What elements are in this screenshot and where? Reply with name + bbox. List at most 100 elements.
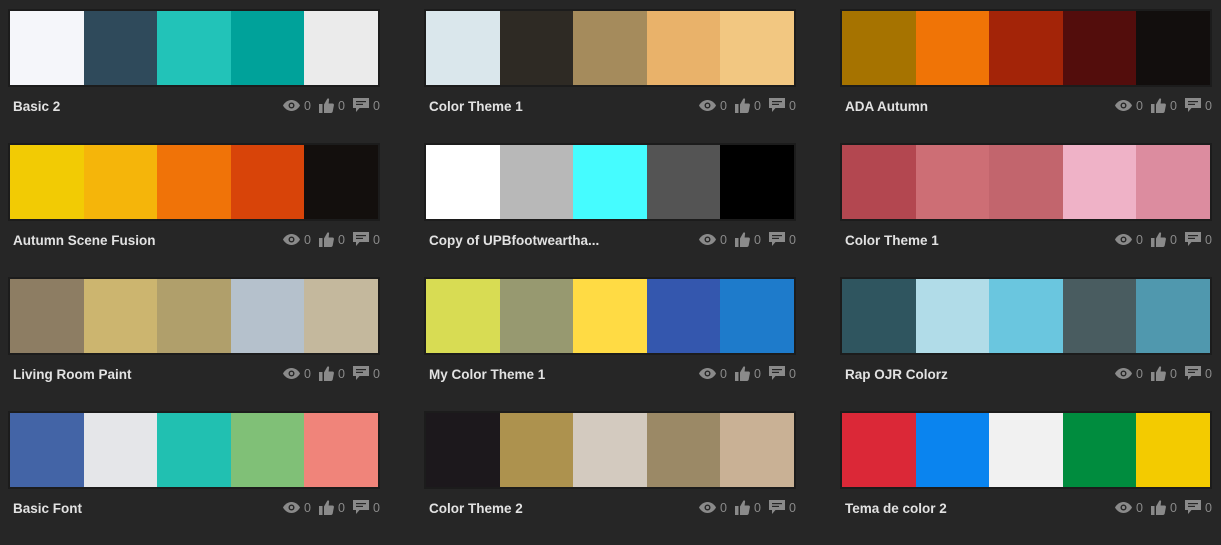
color-swatch-strip[interactable] (426, 279, 794, 353)
comment-icon (353, 500, 373, 515)
color-swatch (842, 145, 916, 219)
views-stat[interactable]: 0 (283, 501, 311, 515)
eye-icon (699, 502, 720, 513)
comments-stat[interactable]: 0 (353, 500, 380, 515)
views-stat-count: 0 (1136, 98, 1143, 113)
color-swatch-strip[interactable] (426, 11, 794, 85)
theme-title[interactable]: Color Theme 1 (845, 233, 939, 248)
views-stat[interactable]: 0 (283, 367, 311, 381)
color-swatch (157, 279, 231, 353)
comments-stat[interactable]: 0 (769, 232, 796, 247)
comment-icon (353, 98, 373, 113)
theme-card[interactable]: Basic 2 0 0 0 (10, 11, 380, 131)
likes-stat[interactable]: 0 (735, 366, 761, 381)
color-swatch (499, 11, 574, 85)
comments-stat[interactable]: 0 (1185, 366, 1212, 381)
color-swatch-strip[interactable] (10, 413, 378, 487)
likes-stat[interactable]: 0 (319, 232, 345, 247)
color-swatch-strip[interactable] (426, 145, 794, 219)
likes-stat[interactable]: 0 (735, 500, 761, 515)
likes-stat[interactable]: 0 (1151, 232, 1177, 247)
views-stat[interactable]: 0 (1115, 233, 1143, 247)
theme-title[interactable]: Living Room Paint (13, 367, 132, 382)
theme-card[interactable]: Autumn Scene Fusion 0 0 0 (10, 145, 380, 265)
color-swatch (1062, 11, 1137, 85)
likes-stat[interactable]: 0 (319, 98, 345, 113)
views-stat[interactable]: 0 (699, 99, 727, 113)
comments-stat[interactable]: 0 (353, 366, 380, 381)
color-swatch (915, 279, 990, 353)
theme-title[interactable]: Autumn Scene Fusion (13, 233, 156, 248)
color-swatch-strip[interactable] (10, 11, 378, 85)
likes-stat[interactable]: 0 (735, 232, 761, 247)
theme-title[interactable]: Basic Font (13, 501, 82, 516)
theme-title[interactable]: Rap OJR Colorz (845, 367, 948, 382)
color-swatch (1062, 413, 1137, 487)
theme-card[interactable]: ADA Autumn 0 0 0 (842, 11, 1212, 131)
color-swatch (646, 145, 721, 219)
likes-stat[interactable]: 0 (1151, 98, 1177, 113)
views-stat[interactable]: 0 (699, 367, 727, 381)
comments-stat[interactable]: 0 (769, 500, 796, 515)
thumbs-up-icon (735, 366, 754, 381)
thumbs-up-icon (1151, 232, 1170, 247)
color-swatch-strip[interactable] (842, 279, 1210, 353)
color-swatch (83, 11, 158, 85)
theme-title[interactable]: My Color Theme 1 (429, 367, 545, 382)
thumbs-up-icon (319, 500, 338, 515)
color-swatch (1062, 145, 1137, 219)
color-swatch (989, 145, 1063, 219)
color-swatch (720, 145, 794, 219)
theme-card[interactable]: Tema de color 2 0 0 0 (842, 413, 1212, 533)
comments-stat[interactable]: 0 (1185, 232, 1212, 247)
color-swatch (842, 11, 916, 85)
color-swatch-strip[interactable] (10, 145, 378, 219)
theme-card[interactable]: Color Theme 1 0 0 0 (842, 145, 1212, 265)
comments-stat[interactable]: 0 (1185, 98, 1212, 113)
theme-card[interactable]: Copy of UPBfootwearthа... 0 0 0 (426, 145, 796, 265)
views-stat[interactable]: 0 (699, 233, 727, 247)
comments-stat[interactable]: 0 (353, 232, 380, 247)
views-stat[interactable]: 0 (699, 501, 727, 515)
theme-title[interactable]: Color Theme 2 (429, 501, 523, 516)
theme-card[interactable]: Rap OJR Colorz 0 0 0 (842, 279, 1212, 399)
views-stat-count: 0 (720, 500, 727, 515)
color-swatch (230, 11, 305, 85)
color-swatch (720, 11, 794, 85)
likes-stat[interactable]: 0 (319, 500, 345, 515)
comments-stat[interactable]: 0 (1185, 500, 1212, 515)
comments-stat-count: 0 (373, 366, 380, 381)
views-stat[interactable]: 0 (283, 233, 311, 247)
views-stat[interactable]: 0 (1115, 501, 1143, 515)
theme-card[interactable]: Living Room Paint 0 0 0 (10, 279, 380, 399)
theme-card[interactable]: Basic Font 0 0 0 (10, 413, 380, 533)
views-stat[interactable]: 0 (283, 99, 311, 113)
comment-icon (1185, 366, 1205, 381)
theme-title[interactable]: Basic 2 (13, 99, 60, 114)
views-stat[interactable]: 0 (1115, 367, 1143, 381)
likes-stat[interactable]: 0 (735, 98, 761, 113)
thumbs-up-icon (319, 366, 338, 381)
theme-title[interactable]: Color Theme 1 (429, 99, 523, 114)
color-swatch (989, 11, 1063, 85)
theme-title[interactable]: Tema de color 2 (845, 501, 947, 516)
comments-stat[interactable]: 0 (353, 98, 380, 113)
color-swatch-strip[interactable] (10, 279, 378, 353)
theme-title[interactable]: Copy of UPBfootwearthа... (429, 233, 599, 248)
likes-stat[interactable]: 0 (1151, 500, 1177, 515)
color-swatch-strip[interactable] (842, 145, 1210, 219)
theme-card[interactable]: My Color Theme 1 0 0 0 (426, 279, 796, 399)
comments-stat[interactable]: 0 (769, 366, 796, 381)
comments-stat[interactable]: 0 (769, 98, 796, 113)
theme-card[interactable]: Color Theme 2 0 0 0 (426, 413, 796, 533)
color-swatch-strip[interactable] (842, 11, 1210, 85)
likes-stat[interactable]: 0 (319, 366, 345, 381)
color-swatch-strip[interactable] (842, 413, 1210, 487)
theme-stats: 0 0 0 (691, 366, 796, 381)
likes-stat[interactable]: 0 (1151, 366, 1177, 381)
theme-title[interactable]: ADA Autumn (845, 99, 928, 114)
color-swatch-strip[interactable] (426, 413, 794, 487)
views-stat[interactable]: 0 (1115, 99, 1143, 113)
theme-card[interactable]: Color Theme 1 0 0 0 (426, 11, 796, 131)
eye-icon (1115, 234, 1136, 245)
